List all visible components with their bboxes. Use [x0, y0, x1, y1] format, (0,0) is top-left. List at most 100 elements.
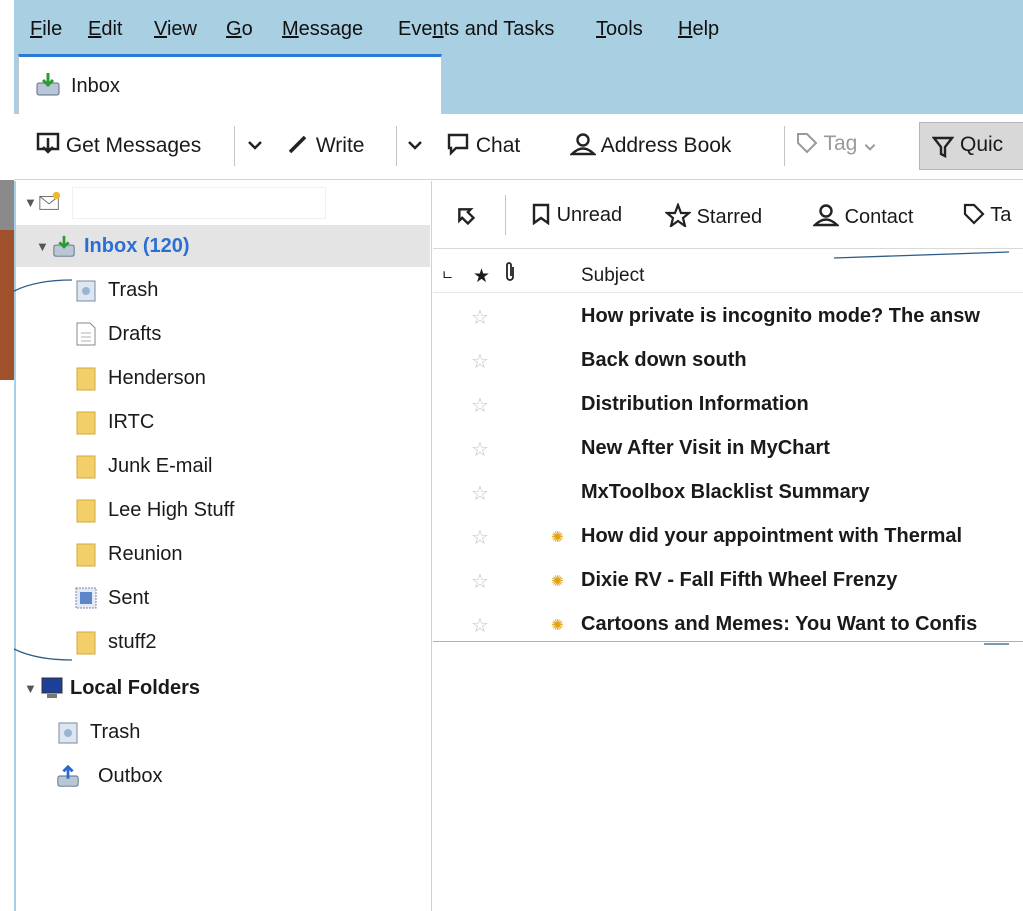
pencil-icon	[288, 135, 307, 154]
chevron-down-icon: ▼	[24, 681, 37, 696]
get-messages-icon	[36, 132, 60, 154]
computer-icon	[41, 677, 63, 698]
sticky-filter-toggle[interactable]	[453, 203, 477, 229]
folder-irtc[interactable]: IRTC	[16, 401, 430, 443]
menu-events-and-tasks[interactable]: Events and Tasks	[398, 18, 554, 41]
desktop-edge	[0, 0, 14, 911]
quick-filter-button[interactable]: Quic	[919, 122, 1023, 170]
folder-sent[interactable]: Sent	[16, 577, 430, 619]
chat-label: Chat	[475, 134, 521, 157]
folder-junk-email[interactable]: Junk E-mail	[16, 445, 430, 487]
message-subject: How did your appointment with Thermal	[581, 525, 963, 547]
folder-henderson[interactable]: Henderson	[16, 357, 430, 399]
quick-filter-bar: Unread Starred Contact Ta	[433, 181, 1023, 249]
message-subject: MxToolbox Blacklist Summary	[581, 481, 870, 503]
message-row[interactable]: ☆ MxToolbox Blacklist Summary	[433, 471, 1023, 515]
starred-column-icon[interactable]: ★	[473, 265, 490, 288]
subject-column-header[interactable]: Subject	[581, 265, 644, 287]
folder-icon	[76, 367, 96, 391]
message-row[interactable]: ☆ ✺ Dixie RV - Fall Fifth Wheel Frenzy	[433, 559, 1023, 603]
chevron-down-icon	[864, 143, 876, 151]
star-toggle-icon[interactable]: ☆	[471, 437, 489, 462]
filter-unread-label: Unread	[556, 204, 623, 226]
star-toggle-icon[interactable]: ☆	[471, 393, 489, 418]
folder-icon	[76, 631, 96, 655]
filter-starred-label: Starred	[696, 206, 763, 228]
pin-icon	[458, 208, 476, 226]
folder-label: Trash	[108, 279, 159, 301]
tag-button[interactable]: Tag	[796, 132, 877, 156]
tab-inbox[interactable]: Inbox	[18, 54, 442, 114]
folder-pane: ▼ ▼ Inbox (120) Trash Drafts Henderson I…	[14, 181, 432, 911]
folder-trash[interactable]: Trash	[16, 269, 430, 311]
account-name-field	[72, 187, 326, 219]
filter-contact-label: Contact	[844, 206, 914, 228]
main-toolbar: Get Messages Write Chat Address Book Tag	[14, 114, 1023, 180]
menu-go[interactable]: Go	[226, 18, 253, 41]
menu-help[interactable]: Help	[678, 18, 719, 41]
message-row[interactable]: ☆ How private is incognito mode? The answ	[433, 295, 1023, 339]
local-folder-trash[interactable]: Trash	[16, 711, 430, 753]
write-dropdown[interactable]	[406, 132, 424, 156]
attachment-column-icon[interactable]	[503, 261, 517, 283]
message-row[interactable]: ☆ ✺ How did your appointment with Thermal	[433, 515, 1023, 559]
folder-lee-high-stuff[interactable]: Lee High Stuff	[16, 489, 430, 531]
local-folders-row[interactable]: ▼ Local Folders	[16, 667, 430, 709]
star-toggle-icon[interactable]: ☆	[471, 613, 489, 638]
filter-icon	[932, 136, 954, 158]
chevron-down-icon: ▼	[24, 195, 37, 210]
chat-button[interactable]: Chat	[446, 132, 520, 158]
menu-view[interactable]: View	[154, 18, 197, 41]
divider	[433, 641, 1023, 642]
new-message-icon: ✺	[551, 617, 564, 634]
star-toggle-icon[interactable]: ☆	[471, 569, 489, 594]
message-row[interactable]: ☆ Distribution Information	[433, 383, 1023, 427]
star-icon	[663, 201, 693, 229]
message-row[interactable]: ☆ New After Visit in MyChart	[433, 427, 1023, 471]
chevron-down-icon: ▼	[36, 239, 49, 254]
star-toggle-icon[interactable]: ☆	[471, 305, 489, 330]
write-button[interactable]: Write	[286, 132, 364, 158]
folder-label: Henderson	[108, 367, 206, 389]
local-folder-outbox[interactable]: Outbox	[16, 755, 430, 797]
star-toggle-icon[interactable]: ☆	[471, 481, 489, 506]
chat-icon	[447, 133, 469, 156]
folder-label: Outbox	[98, 765, 163, 787]
folder-inbox[interactable]: ▼ Inbox (120)	[16, 225, 430, 267]
star-toggle-icon[interactable]: ☆	[471, 349, 489, 374]
inbox-icon	[53, 235, 75, 257]
menu-edit[interactable]: Edit	[88, 18, 122, 41]
chevron-down-icon	[408, 141, 422, 150]
message-subject: Cartoons and Memes: You Want to Confis	[581, 613, 978, 635]
folder-label: stuff2	[108, 631, 157, 653]
account-row[interactable]: ▼	[16, 181, 430, 223]
menu-file[interactable]: File	[30, 18, 62, 41]
address-book-icon	[569, 133, 597, 156]
message-row[interactable]: ☆ Back down south	[433, 339, 1023, 383]
tag-icon	[963, 203, 985, 225]
filter-tags-button[interactable]: Ta	[963, 203, 1011, 227]
folder-icon	[76, 455, 96, 479]
mail-account-icon	[39, 191, 61, 210]
filter-contact-button[interactable]: Contact	[812, 203, 914, 229]
thread-column-icon[interactable]: ㄴ	[441, 265, 454, 285]
tag-icon	[797, 133, 818, 154]
folder-label: Inbox (120)	[84, 235, 190, 257]
message-subject: Distribution Information	[581, 393, 809, 415]
folder-label: Drafts	[108, 323, 162, 345]
menu-message[interactable]: Message	[282, 18, 363, 41]
folder-icon	[76, 543, 96, 567]
star-toggle-icon[interactable]: ☆	[471, 525, 489, 550]
folder-label: IRTC	[108, 411, 155, 433]
get-messages-button[interactable]: Get Messages	[36, 132, 201, 158]
address-book-button[interactable]: Address Book	[569, 132, 731, 158]
get-messages-dropdown[interactable]	[246, 132, 264, 156]
trash-icon	[58, 722, 78, 744]
filter-unread-button[interactable]: Unread	[531, 203, 622, 227]
folder-reunion[interactable]: Reunion	[16, 533, 430, 575]
menu-tools[interactable]: Tools	[596, 18, 643, 41]
filter-starred-button[interactable]: Starred	[663, 201, 763, 229]
folder-stuff2[interactable]: stuff2	[16, 621, 430, 663]
folder-drafts[interactable]: Drafts	[16, 313, 430, 355]
menubar: File Edit View Go Message Events and Tas…	[14, 0, 1023, 50]
